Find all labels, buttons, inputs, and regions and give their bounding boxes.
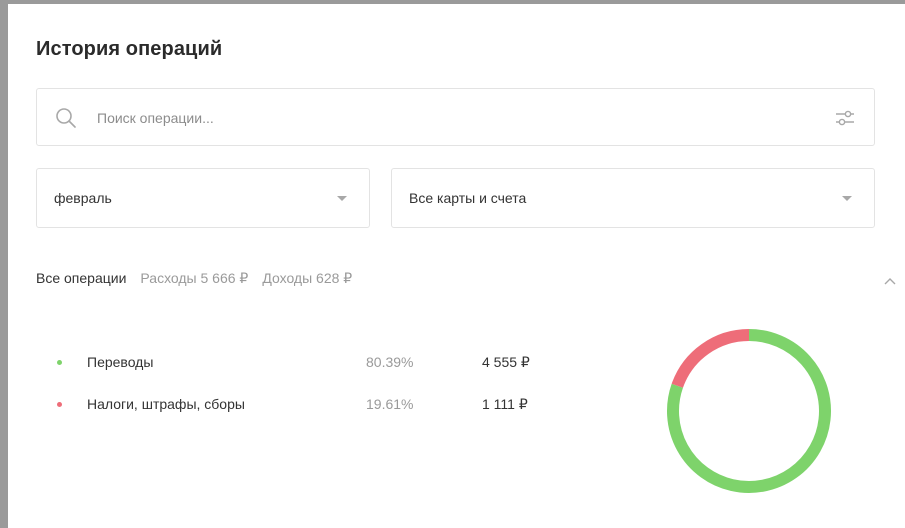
operations-summary: Все операции Расходы 5 666 ₽ Доходы 628 ₽: [36, 270, 352, 287]
sliders-icon[interactable]: [834, 108, 856, 128]
operations-history-panel: История операций февраль Все карты и сче…: [8, 4, 905, 528]
category-name: Налоги, штрафы, сборы: [87, 396, 245, 412]
category-legend: Переводы 80.39% 4 555 ₽ Налоги, штрафы, …: [48, 354, 568, 438]
donut-chart: [667, 329, 831, 493]
caret-down-icon: [337, 196, 347, 201]
page-title: История операций: [36, 38, 223, 60]
category-color-dot: [57, 402, 62, 407]
category-amount: 4 555 ₽: [482, 354, 530, 370]
category-percent: 80.39%: [366, 354, 414, 370]
month-select-value: февраль: [54, 190, 112, 206]
chevron-up-icon[interactable]: [883, 276, 897, 286]
category-name: Переводы: [87, 354, 154, 370]
donut-slice-1: [671, 329, 750, 388]
search-input[interactable]: [95, 89, 799, 147]
category-row: Переводы 80.39% 4 555 ₽: [48, 354, 568, 396]
category-percent: 19.61%: [366, 396, 414, 412]
category-row: Налоги, штрафы, сборы 19.61% 1 111 ₽: [48, 396, 568, 438]
expenses-tab[interactable]: Расходы 5 666 ₽: [140, 270, 248, 286]
account-select-value: Все карты и счета: [409, 190, 527, 206]
month-select[interactable]: февраль: [36, 168, 370, 228]
search-icon: [56, 108, 76, 128]
income-tab[interactable]: Доходы 628 ₽: [262, 270, 352, 286]
category-color-dot: [57, 360, 62, 365]
search-box[interactable]: [36, 88, 875, 147]
account-select[interactable]: Все карты и счета: [391, 168, 875, 228]
all-operations-tab[interactable]: Все операции: [36, 270, 126, 286]
caret-down-icon: [842, 196, 852, 201]
category-amount: 1 111 ₽: [482, 396, 528, 412]
